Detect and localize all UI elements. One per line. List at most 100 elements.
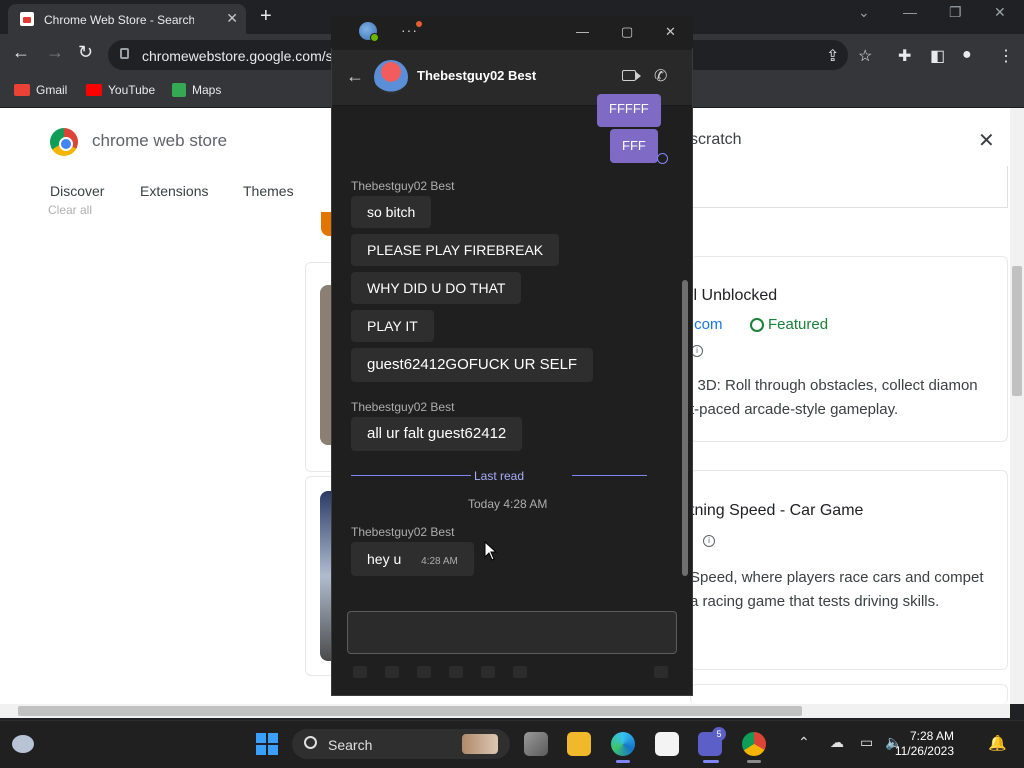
- weather-widget-icon[interactable]: [12, 735, 34, 753]
- format-icon[interactable]: [353, 666, 367, 678]
- message-compose-box[interactable]: [347, 611, 677, 654]
- chrome-active-indicator: [747, 760, 761, 763]
- browser-tab[interactable]: Chrome Web Store - Search Res ✕: [8, 4, 246, 34]
- bookmark-maps[interactable]: Maps: [172, 83, 221, 97]
- browser-restore-icon[interactable]: ❐: [949, 4, 962, 21]
- windows-start-icon[interactable]: [256, 733, 278, 755]
- browser-menu-icon[interactable]: ⋮: [998, 46, 1014, 66]
- peer-name[interactable]: Thebestguy02 Best: [417, 68, 536, 83]
- reload-icon[interactable]: ↻: [78, 42, 93, 63]
- youtube-icon: [86, 84, 102, 96]
- back-arrow-icon[interactable]: ←: [346, 66, 364, 87]
- result-domain-link[interactable]: .com: [690, 316, 723, 333]
- incoming-message[interactable]: hey u 4:28 AM: [351, 542, 474, 576]
- notification-bell-icon[interactable]: 🔔: [988, 734, 1007, 752]
- peer-avatar[interactable]: [374, 60, 408, 94]
- network-icon[interactable]: ▭: [860, 734, 873, 751]
- sticker-icon[interactable]: [481, 666, 495, 678]
- result-description-line: Speed, where players race cars and compe…: [690, 569, 984, 586]
- incoming-message[interactable]: all ur falt guest62412: [351, 417, 523, 451]
- result-title[interactable]: ll Unblocked: [690, 287, 777, 305]
- system-clock[interactable]: 7:28 AM 11/26/2023: [880, 729, 954, 759]
- notification-dot: [416, 21, 422, 27]
- taskbar-search[interactable]: Search: [292, 729, 510, 759]
- page-vertical-scrollbar[interactable]: [1010, 108, 1024, 704]
- back-arrow-icon[interactable]: ←: [12, 42, 30, 63]
- user-avatar-icon[interactable]: [359, 22, 379, 42]
- info-icon[interactable]: i: [703, 535, 715, 547]
- search-query-text[interactable]: scratch: [690, 131, 742, 149]
- side-panel-icon[interactable]: ◧: [930, 46, 945, 66]
- message-sender: Thebestguy02 Best: [351, 400, 455, 414]
- incoming-message[interactable]: guest62412GOFUCK UR SELF: [351, 348, 594, 382]
- result-description-line: l 3D: Roll through obstacles, collect di…: [690, 377, 978, 394]
- chat-titlebar: [331, 16, 693, 48]
- nav-themes[interactable]: Themes: [243, 183, 294, 199]
- outgoing-message[interactable]: FFF: [610, 129, 658, 163]
- incoming-message[interactable]: WHY DID U DO THAT: [351, 272, 522, 304]
- page-horizontal-scroll-thumb[interactable]: [18, 706, 802, 716]
- result-card-3[interactable]: [690, 684, 1008, 704]
- incoming-message[interactable]: PLEASE PLAY FIREBREAK: [351, 234, 560, 266]
- last-read-divider: [572, 475, 647, 476]
- page-vertical-scroll-thumb[interactable]: [1012, 266, 1022, 396]
- nav-discover[interactable]: Discover: [50, 183, 104, 199]
- chat-close-icon[interactable]: ✕: [665, 24, 676, 40]
- outgoing-message[interactable]: FFFFF: [597, 94, 661, 127]
- task-view-icon[interactable]: [524, 732, 548, 756]
- search-icon: [304, 736, 317, 749]
- search-suggestion-area: [690, 166, 1008, 208]
- new-tab-icon[interactable]: +: [260, 5, 272, 28]
- chrome-icon[interactable]: [742, 732, 766, 756]
- bookmark-star-icon[interactable]: ☆: [858, 46, 872, 66]
- taskbar-search-label: Search: [328, 737, 373, 753]
- send-icon[interactable]: [654, 666, 668, 678]
- result-title[interactable]: tning Speed - Car Game: [690, 502, 863, 520]
- search-close-icon[interactable]: ✕: [978, 128, 995, 153]
- teams-notification-badge: 5: [712, 727, 726, 741]
- chrome-web-store-logo-icon[interactable]: [50, 128, 78, 156]
- maps-icon: [172, 83, 186, 97]
- edge-active-indicator: [616, 760, 630, 763]
- profile-icon[interactable]: ●: [962, 46, 972, 64]
- microsoft-store-icon[interactable]: [655, 732, 679, 756]
- clear-all-link[interactable]: Clear all: [48, 203, 92, 217]
- chat-minimize-icon[interactable]: —: [576, 24, 589, 39]
- forward-arrow-icon[interactable]: →: [46, 42, 64, 63]
- tab-search-chevron-down-icon[interactable]: ⌄: [858, 4, 870, 21]
- chat-maximize-icon[interactable]: ▢: [621, 24, 633, 40]
- more-actions-icon[interactable]: [513, 666, 527, 678]
- message-sender: Thebestguy02 Best: [351, 525, 455, 539]
- store-name: chrome web store: [92, 131, 228, 150]
- last-read-label: Last read: [474, 469, 525, 483]
- show-hidden-icons-chevron-up-icon[interactable]: ⌃: [798, 734, 810, 751]
- browser-close-icon[interactable]: ✕: [994, 4, 1006, 21]
- last-read-divider: [351, 475, 471, 476]
- edge-browser-icon[interactable]: [611, 732, 635, 756]
- clock-date: 11/26/2023: [894, 744, 954, 758]
- extensions-puzzle-icon[interactable]: ✚: [898, 46, 911, 66]
- video-call-icon[interactable]: [622, 70, 641, 81]
- featured-badge: Featured: [750, 316, 828, 333]
- seen-check-icon: [657, 153, 668, 164]
- onedrive-cloud-icon[interactable]: ☁: [830, 734, 844, 751]
- lock-icon: [120, 48, 129, 59]
- result-description-line: t-paced arcade-style gameplay.: [690, 401, 899, 418]
- gmail-icon: [14, 84, 30, 96]
- incoming-message[interactable]: so bitch: [351, 196, 432, 228]
- tab-close-icon[interactable]: ✕: [226, 10, 238, 27]
- gif-icon[interactable]: [449, 666, 463, 678]
- date-separator: Today 4:28 AM: [468, 497, 548, 511]
- browser-minimize-icon[interactable]: —: [903, 4, 917, 20]
- share-icon[interactable]: ⇪: [826, 46, 839, 66]
- chat-scrollbar[interactable]: [682, 280, 688, 576]
- emoji-icon[interactable]: [417, 666, 431, 678]
- incoming-message[interactable]: PLAY IT: [351, 310, 434, 342]
- bookmark-gmail[interactable]: Gmail: [14, 83, 67, 97]
- attach-icon[interactable]: [385, 666, 399, 678]
- result-description-line: a racing game that tests driving skills.: [690, 593, 940, 610]
- file-explorer-icon[interactable]: [567, 732, 591, 756]
- phone-call-icon[interactable]: ✆: [654, 66, 667, 86]
- bookmark-youtube[interactable]: YouTube: [86, 83, 155, 97]
- nav-extensions[interactable]: Extensions: [140, 183, 208, 199]
